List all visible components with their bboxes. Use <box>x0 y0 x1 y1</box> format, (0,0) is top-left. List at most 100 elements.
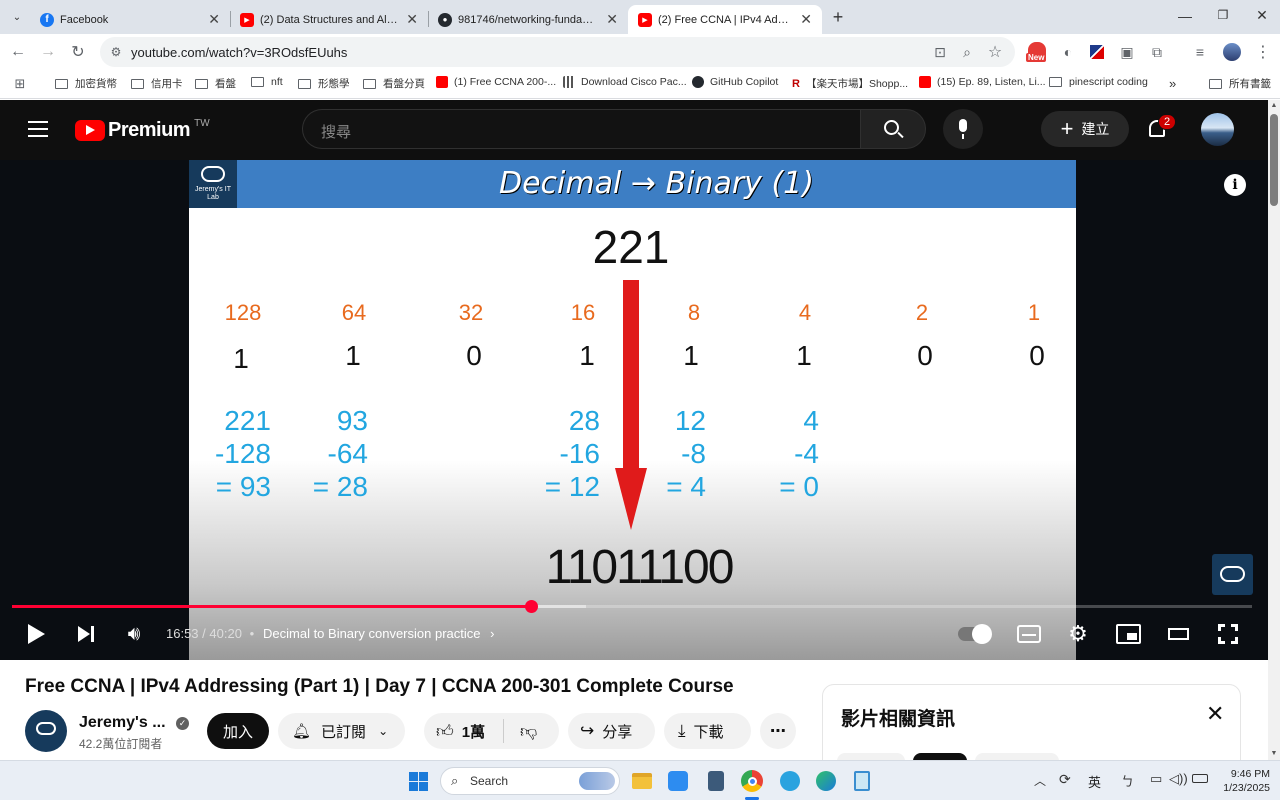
progress-bar[interactable] <box>12 600 1252 613</box>
tab-facebook[interactable]: f Facebook ✕ <box>30 5 230 34</box>
more-actions-button[interactable]: ⋯ <box>760 713 796 749</box>
sync-icon[interactable]: ⟳ <box>1059 771 1071 788</box>
close-panel-icon[interactable]: ✕ <box>1206 701 1224 727</box>
tab-free-ccna[interactable]: ▶ (2) Free CCNA | IPv4 Addressing ✕ <box>628 5 822 34</box>
telegram-icon[interactable] <box>778 769 802 793</box>
close-icon[interactable]: ✕ <box>800 11 812 28</box>
volume-button[interactable]: 🔊︎ <box>122 623 146 645</box>
play-button[interactable] <box>26 623 46 645</box>
minimize-button[interactable]: — <box>1175 8 1195 24</box>
fullscreen-icon[interactable] <box>1218 624 1238 644</box>
install-app-icon[interactable]: ⊡ <box>930 42 950 62</box>
channel-name[interactable]: Jeremy's ... ✓ <box>79 714 189 732</box>
extension-gray-icon[interactable]: ▣ <box>1117 42 1137 62</box>
place-value: 2 <box>915 300 929 325</box>
extension-flag-icon[interactable] <box>1090 45 1104 59</box>
chapter-title[interactable]: Decimal to Binary conversion practice › <box>263 626 494 641</box>
tab-data-structures[interactable]: ▶ (2) Data Structures and Algorith ✕ <box>230 5 428 34</box>
bookmark-folder[interactable]: nft <box>251 76 283 88</box>
edge-icon[interactable] <box>814 769 838 793</box>
battery-icon[interactable] <box>1192 774 1208 783</box>
url-text[interactable]: youtube.com/watch?v=3ROdsfEUuhs <box>131 45 347 60</box>
bookmark-link[interactable]: R 【楽天市場】Shopp... <box>792 76 908 91</box>
forward-icon[interactable]: → <box>38 42 58 62</box>
info-icon[interactable]: i <box>1224 174 1246 196</box>
close-icon[interactable]: ✕ <box>208 11 220 28</box>
close-icon[interactable]: ✕ <box>406 11 418 28</box>
all-bookmarks[interactable]: 所有書籤 <box>1209 76 1271 91</box>
bookmark-link[interactable]: (15) Ep. 89, Listen, Li... <box>919 76 1046 88</box>
search-input[interactable]: 搜尋 <box>302 109 861 149</box>
rakuten-icon: R <box>792 77 800 90</box>
bookmarks-overflow-icon[interactable]: » <box>1169 76 1176 91</box>
bookmark-folder[interactable]: 看盤分頁 <box>363 76 425 91</box>
extension-icon[interactable]: ◐ <box>1058 42 1078 62</box>
windows-start-icon[interactable] <box>406 769 430 793</box>
site-info-icon[interactable]: ⚙ <box>106 42 126 62</box>
store-icon[interactable] <box>666 769 690 793</box>
download-button[interactable]: ⤓ 下載 <box>664 713 751 749</box>
join-button[interactable]: 加入 <box>207 713 269 749</box>
apps-grid-icon[interactable]: ⊞ <box>10 74 30 94</box>
show-hidden-icons[interactable]: ︿ <box>1034 772 1046 789</box>
dislike-button[interactable]: 👎︎ <box>504 721 537 742</box>
reload-icon[interactable]: ↻ <box>68 42 88 62</box>
address-bar[interactable]: ⚙ youtube.com/watch?v=3ROdsfEUuhs ⊡ ⌕ ☆ <box>100 37 1015 67</box>
hamburger-menu-icon[interactable] <box>28 121 48 137</box>
extension-new-icon[interactable]: New <box>1026 42 1048 64</box>
subscribed-button[interactable]: 🔔︎ 已訂閱 ⌄ <box>278 713 405 749</box>
youtube-logo[interactable]: Premium TW <box>75 118 210 142</box>
theater-mode-icon[interactable] <box>1168 628 1189 640</box>
bookmark-folder[interactable]: 看盤 <box>195 76 236 91</box>
network-icon[interactable]: ▭ <box>1150 771 1162 787</box>
account-avatar[interactable] <box>1201 113 1234 146</box>
next-button[interactable] <box>75 624 97 644</box>
speaker-icon[interactable]: ◁)) <box>1169 771 1188 787</box>
scrollbar-thumb[interactable] <box>1270 114 1278 206</box>
notepad-icon[interactable] <box>850 769 874 793</box>
search-button[interactable] <box>860 109 926 149</box>
voice-search-button[interactable] <box>943 109 983 149</box>
close-icon[interactable]: ✕ <box>606 11 618 28</box>
channel-watermark[interactable] <box>1212 554 1253 595</box>
settings-gear-icon[interactable]: ⚙ <box>1066 622 1090 646</box>
tab-search-button[interactable]: ⌄ <box>6 7 28 27</box>
notifications-button[interactable]: 2 <box>1146 114 1177 142</box>
subtitles-icon[interactable] <box>1017 625 1041 643</box>
autoplay-toggle[interactable] <box>958 624 992 644</box>
zoom-icon[interactable]: ⌕ <box>957 42 977 62</box>
video-player[interactable]: Jeremy's IT Lab Decimal → Binary (1) 221… <box>0 160 1268 660</box>
like-button[interactable]: 👍︎ 1萬 <box>424 719 504 743</box>
chrome-icon[interactable] <box>740 769 764 793</box>
ime-mode-icon[interactable]: ㄅ <box>1121 771 1134 790</box>
share-button[interactable]: ↪ 分享 <box>568 713 655 749</box>
bookmark-star-icon[interactable]: ☆ <box>985 42 1005 62</box>
extensions-puzzle-icon[interactable]: ⧉ <box>1147 42 1167 62</box>
create-button[interactable]: + 建立 <box>1041 111 1129 147</box>
ime-indicator[interactable]: 英 <box>1088 772 1101 791</box>
bookmark-folder[interactable]: pinescript coding <box>1049 76 1148 88</box>
media-controls-icon[interactable]: ≡ <box>1190 42 1210 62</box>
clock[interactable]: 9:46 PM 1/23/2025 <box>1210 767 1270 795</box>
back-icon[interactable]: ← <box>8 42 28 62</box>
progress-scrubber[interactable] <box>525 600 539 613</box>
bookmark-folder[interactable]: 形態學 <box>298 76 350 91</box>
app-icon[interactable] <box>704 769 728 793</box>
channel-avatar[interactable] <box>25 710 67 752</box>
bookmark-link[interactable]: (1) Free CCNA 200-... <box>436 76 556 88</box>
video-frame[interactable]: Jeremy's IT Lab Decimal → Binary (1) 221… <box>189 160 1076 660</box>
bookmark-folder[interactable]: 信用卡 <box>131 76 183 91</box>
bookmark-link[interactable]: GitHub Copilot <box>692 76 778 88</box>
restore-button[interactable]: ❐ <box>1213 8 1233 22</box>
miniplayer-icon[interactable] <box>1116 624 1141 644</box>
file-explorer-icon[interactable] <box>630 769 654 793</box>
chrome-menu-icon[interactable]: ⋮ <box>1253 42 1273 62</box>
new-tab-button[interactable]: + <box>828 7 848 27</box>
page-scrollbar[interactable]: ▲ ▼ <box>1268 100 1280 760</box>
bookmark-folder[interactable]: 加密貨幣 <box>55 76 117 91</box>
taskbar-search-box[interactable]: ⌕ Search <box>440 767 620 795</box>
tab-github[interactable]: ● 981746/networking-fundament ✕ <box>428 5 628 34</box>
bookmark-link[interactable]: Download Cisco Pac... <box>563 76 687 88</box>
close-window-button[interactable]: ✕ <box>1252 7 1272 24</box>
profile-avatar[interactable] <box>1223 43 1241 61</box>
